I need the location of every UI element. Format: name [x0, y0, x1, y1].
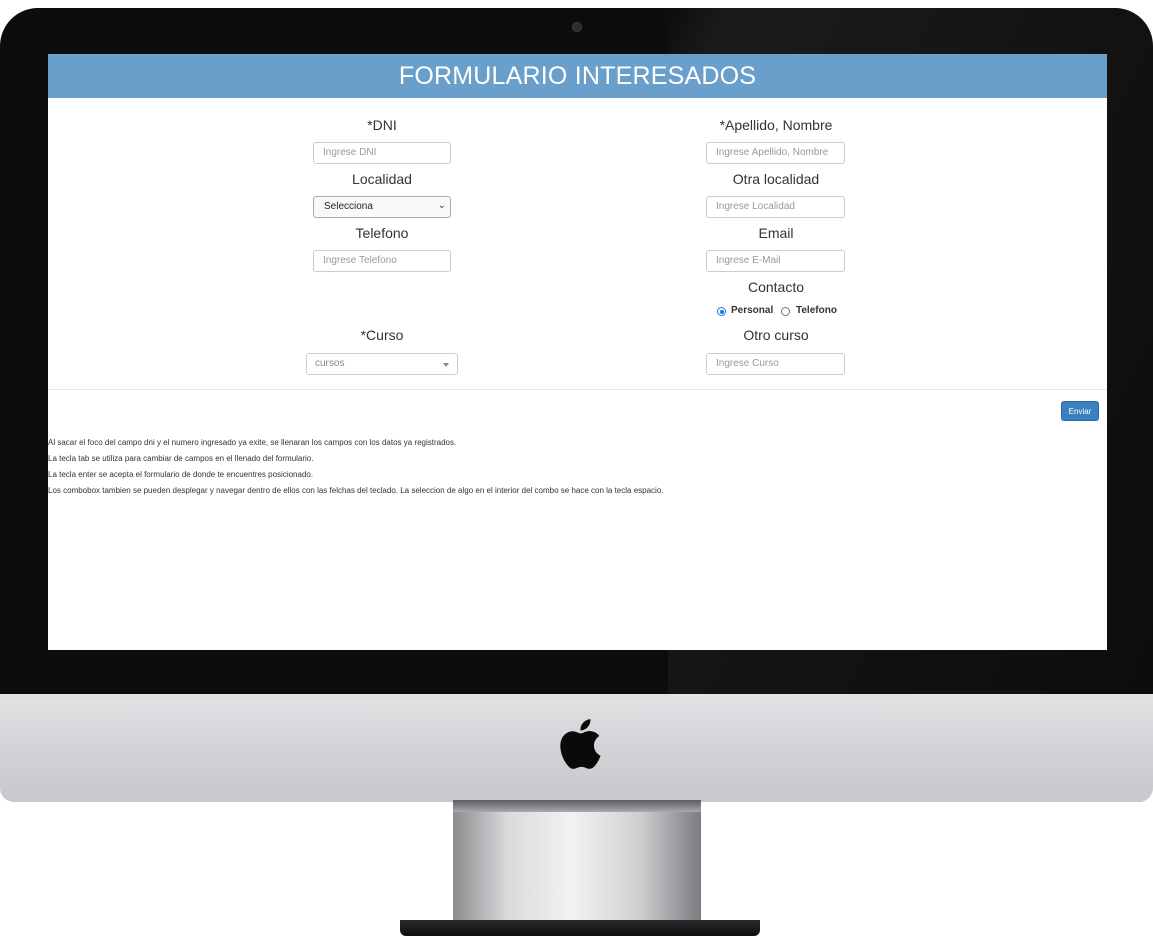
help-note: La tecla enter se acepta el formulario d…: [48, 470, 314, 479]
otra-localidad-input[interactable]: Ingrese Localidad: [706, 196, 845, 218]
otro-curso-input[interactable]: Ingrese Curso: [706, 353, 845, 375]
otro-curso-label: Otro curso: [743, 327, 809, 343]
apellido-nombre-label: *Apellido, Nombre: [719, 117, 833, 133]
webcam: [572, 22, 582, 32]
dni-input[interactable]: Ingrese DNI: [313, 142, 451, 164]
form-header: FORMULARIO INTERESADOS: [48, 54, 1107, 98]
help-note: Al sacar el foco del campo dni y el nume…: [48, 438, 457, 447]
contacto-personal-radio[interactable]: [717, 307, 726, 316]
curso-selected-value: cursos: [315, 358, 345, 369]
contacto-telefono-radio[interactable]: [781, 307, 790, 316]
dni-label: *DNI: [367, 117, 397, 133]
otra-localidad-placeholder: Ingrese Localidad: [716, 201, 795, 212]
curso-select[interactable]: cursos: [306, 353, 458, 375]
monitor-stand: [453, 800, 701, 930]
telefono-placeholder: Ingrese Telefono: [323, 255, 397, 266]
stand-base: [400, 920, 760, 936]
page-title: FORMULARIO INTERESADOS: [398, 62, 757, 90]
enviar-button[interactable]: Enviar: [1061, 401, 1099, 421]
contacto-label: Contacto: [747, 279, 805, 295]
help-note: La tecla tab se utiliza para cambiar de …: [48, 454, 314, 463]
curso-label: *Curso: [360, 327, 404, 343]
dni-placeholder: Ingrese DNI: [323, 147, 377, 158]
telefono-label: Telefono: [355, 225, 409, 241]
email-placeholder: Ingrese E-Mail: [716, 255, 781, 266]
telefono-input[interactable]: Ingrese Telefono: [313, 250, 451, 272]
screen: FORMULARIO INTERESADOS *DNI Ingrese DNI …: [48, 54, 1107, 650]
otra-localidad-label: Otra localidad: [732, 171, 820, 187]
chevron-down-icon: ⌄: [437, 200, 446, 211]
contacto-telefono-label[interactable]: Telefono: [796, 305, 837, 316]
apellido-nombre-placeholder: Ingrese Apellido, Nombre: [716, 147, 829, 158]
contacto-personal-label[interactable]: Personal: [731, 305, 773, 316]
email-input[interactable]: Ingrese E-Mail: [706, 250, 845, 272]
otro-curso-placeholder: Ingrese Curso: [716, 358, 779, 369]
form-divider: [48, 389, 1107, 390]
localidad-select[interactable]: Selecciona ⌄: [313, 196, 451, 218]
help-note: Los combobox tambien se pueden desplegar…: [48, 486, 664, 495]
caret-down-icon: [443, 363, 449, 367]
localidad-label: Localidad: [352, 171, 412, 187]
email-label: Email: [758, 225, 794, 241]
localidad-selected-value: Selecciona: [324, 201, 373, 212]
stand-shadow: [453, 800, 701, 812]
apple-logo-icon: [560, 719, 601, 769]
apellido-nombre-input[interactable]: Ingrese Apellido, Nombre: [706, 142, 845, 164]
